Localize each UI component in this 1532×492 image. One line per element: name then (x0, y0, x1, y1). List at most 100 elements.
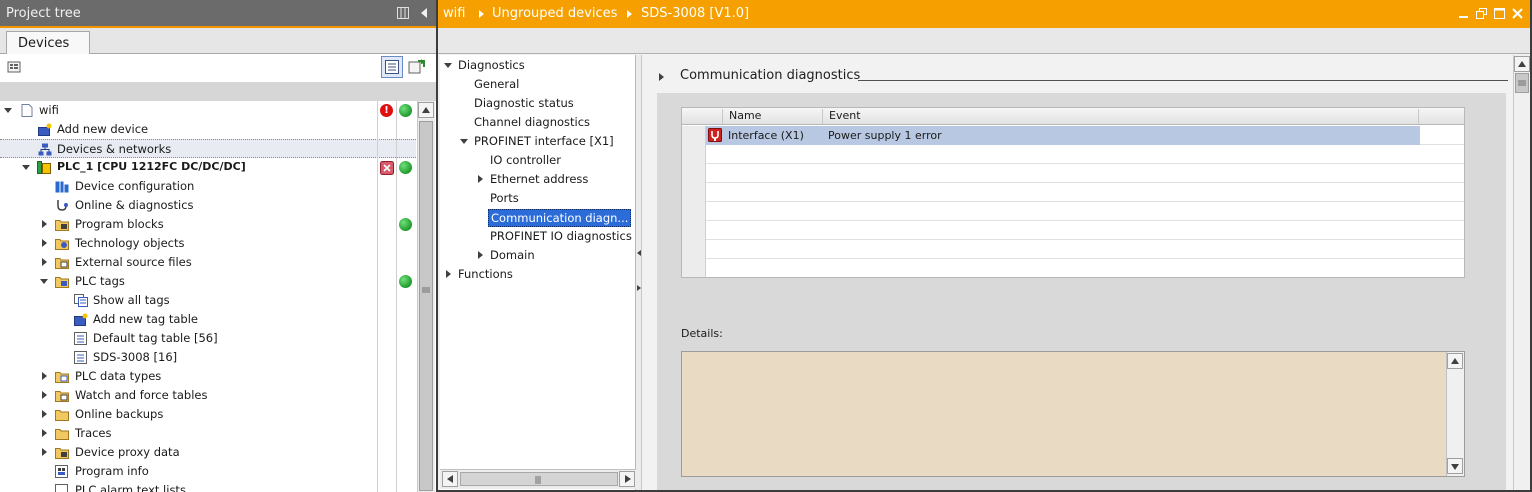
project-settings-icon[interactable] (7, 60, 23, 74)
nav-item-ports[interactable]: Ports (440, 189, 636, 208)
splitter-left-arrow-icon[interactable] (637, 250, 641, 256)
expand-arrow-icon[interactable] (42, 258, 47, 266)
nav-item-label: Diagnostics (458, 58, 525, 72)
tree-item-plc-data-types[interactable]: PLC data types (0, 367, 416, 386)
nav-item-domain[interactable]: Domain (440, 246, 636, 265)
devices-networks-icon (38, 143, 52, 156)
tab-devices[interactable]: Devices (6, 31, 90, 55)
row-header (682, 183, 706, 202)
expand-arrow-icon[interactable] (42, 410, 47, 418)
scroll-right-button[interactable] (619, 471, 635, 487)
tree-item-watch-force-tables[interactable]: Watch and force tables (0, 386, 416, 405)
expand-arrow-icon[interactable] (42, 239, 47, 247)
row-header (682, 164, 706, 183)
tree-item-device-proxy-data[interactable]: Device proxy data (0, 443, 416, 462)
breadcrumb-group[interactable]: Ungrouped devices (492, 6, 617, 21)
scroll-up-button[interactable] (418, 102, 434, 118)
tree-item-label: Device configuration (75, 179, 195, 193)
project-tree-pane: Project tree Devices wifi ! Add new devi… (0, 0, 436, 492)
section-expand-icon[interactable] (659, 73, 664, 81)
nav-item-label: General (474, 77, 520, 91)
expand-arrow-icon[interactable] (42, 448, 47, 456)
nav-item-io-controller[interactable]: IO controller (440, 151, 636, 170)
scroll-down-button[interactable] (1447, 458, 1463, 474)
tree-item-default-tag-table[interactable]: Default tag table [56] (0, 329, 416, 348)
tree-item-program-blocks[interactable]: Program blocks (0, 215, 416, 234)
breadcrumb-project[interactable]: wifi (443, 6, 465, 21)
expand-arrow-icon[interactable] (42, 220, 47, 228)
collapse-pane-icon[interactable] (418, 7, 430, 19)
details-textarea[interactable] (681, 351, 1465, 477)
tree-item-plc-alarm-text-lists[interactable]: PLC alarm text lists (0, 481, 416, 492)
column-header-name[interactable]: Name (722, 109, 822, 124)
scrollbar-thumb[interactable] (460, 472, 618, 486)
tree-item-plc-1[interactable]: PLC_1 [CPU 1212FC DC/DC/DC] (0, 158, 416, 177)
expand-arrow-icon[interactable] (42, 429, 47, 437)
pane-splitter[interactable] (636, 55, 642, 490)
nav-item-profinet-interface[interactable]: PROFINET interface [X1] (440, 132, 636, 151)
tree-item-label: Add new tag table (93, 312, 198, 326)
nav-item-label: Communication diagn... (488, 209, 632, 227)
tree-item-program-info[interactable]: Program info (0, 462, 416, 481)
tree-item-traces[interactable]: Traces (0, 424, 416, 443)
maximize-icon[interactable] (1494, 8, 1505, 19)
restore-icon[interactable] (1476, 8, 1487, 19)
nav-item-channel-diagnostics[interactable]: Channel diagnostics (440, 113, 636, 132)
tree-item-add-new-tag-table[interactable]: Add new tag table (0, 310, 416, 329)
close-icon[interactable] (1512, 8, 1523, 19)
expand-arrow-icon[interactable] (478, 251, 483, 259)
tree-item-label: Program blocks (75, 217, 164, 231)
table-row-empty (682, 145, 1464, 164)
expand-arrow-icon[interactable] (42, 391, 47, 399)
tree-item-device-configuration[interactable]: Device configuration (0, 177, 416, 196)
layout-toggle-icon[interactable] (397, 7, 409, 19)
tree-item-plc-tags[interactable]: PLC tags (0, 272, 416, 291)
project-tree-scrollbar[interactable] (417, 101, 435, 492)
scrollbar-thumb[interactable] (419, 121, 433, 491)
status-column-divider (377, 101, 378, 492)
collapse-arrow-icon[interactable] (40, 279, 48, 284)
table-row[interactable]: Interface (X1) Power supply 1 error (682, 126, 1464, 145)
column-header-event[interactable]: Event (822, 109, 1418, 124)
editor-vertical-scrollbar[interactable] (1513, 55, 1530, 490)
collapse-arrow-icon[interactable] (460, 139, 468, 144)
nav-item-functions[interactable]: Functions (440, 265, 636, 284)
nav-item-communication-diagnostics[interactable]: Communication diagn... (440, 208, 636, 227)
details-scrollbar[interactable] (1446, 352, 1464, 476)
navigation-horizontal-scrollbar[interactable] (440, 469, 636, 489)
nav-item-ethernet-address[interactable]: Ethernet address (440, 170, 636, 189)
nav-item-label: Ethernet address (490, 172, 589, 186)
scrollbar-thumb[interactable] (1515, 73, 1529, 93)
scroll-up-button[interactable] (1447, 353, 1463, 369)
project-tree-tab-band: Devices (0, 28, 436, 55)
nav-item-diagnostics[interactable]: Diagnostics (440, 56, 636, 75)
tree-item-sds-3008[interactable]: SDS-3008 [16] (0, 348, 416, 367)
grip-icon (1518, 80, 1526, 86)
expand-arrow-icon[interactable] (446, 270, 451, 278)
scroll-left-button[interactable] (442, 471, 458, 487)
table-row-empty (682, 164, 1464, 183)
breadcrumb-device[interactable]: SDS-3008 [V1.0] (641, 6, 749, 21)
collapse-arrow-icon[interactable] (22, 165, 30, 170)
splitter-right-arrow-icon[interactable] (637, 285, 641, 291)
tree-item-add-new-device[interactable]: Add new device (0, 120, 416, 139)
folder-icon (55, 239, 69, 250)
tree-item-online-backups[interactable]: Online backups (0, 405, 416, 424)
tree-item-show-all-tags[interactable]: Show all tags (0, 291, 416, 310)
tree-item-technology-objects[interactable]: Technology objects (0, 234, 416, 253)
overview-view-button[interactable] (381, 56, 403, 78)
tree-item-external-source-files[interactable]: External source files (0, 253, 416, 272)
tree-item-wifi[interactable]: wifi ! (0, 101, 416, 120)
tree-item-devices-networks[interactable]: Devices & networks (0, 139, 416, 158)
nav-item-profinet-io-diagnostics[interactable]: PROFINET IO diagnostics (440, 227, 636, 246)
collapse-arrow-icon[interactable] (444, 63, 452, 68)
refresh-icon[interactable] (408, 59, 426, 75)
nav-item-diagnostic-status[interactable]: Diagnostic status (440, 94, 636, 113)
collapse-arrow-icon[interactable] (4, 108, 12, 113)
nav-item-general[interactable]: General (440, 75, 636, 94)
tree-item-online-diagnostics[interactable]: Online & diagnostics (0, 196, 416, 215)
expand-arrow-icon[interactable] (42, 372, 47, 380)
expand-arrow-icon[interactable] (478, 175, 483, 183)
minimize-icon[interactable] (1458, 8, 1469, 19)
scroll-up-button[interactable] (1514, 56, 1530, 72)
